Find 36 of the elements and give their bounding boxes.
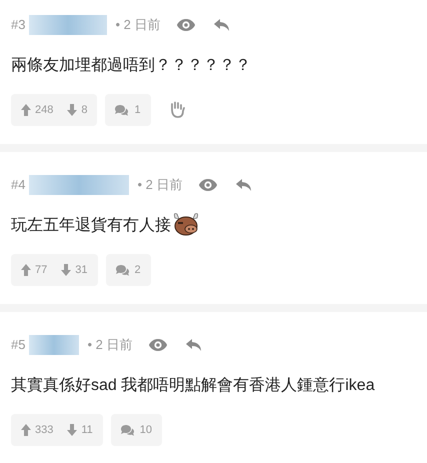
upvote-button[interactable]: 333 xyxy=(21,422,54,438)
reply-icon[interactable] xyxy=(186,338,202,352)
downvote-button[interactable]: 11 xyxy=(67,422,93,438)
post-number: #3 xyxy=(11,16,26,34)
eye-icon[interactable] xyxy=(148,338,168,352)
post-number: #5 xyxy=(11,336,26,354)
down-arrow-icon xyxy=(67,424,78,436)
upvote-button[interactable]: 77 xyxy=(21,262,48,278)
post-time: • 2 日前 xyxy=(87,336,132,354)
hand-icon[interactable] xyxy=(168,101,185,119)
replies-button[interactable]: 10 xyxy=(110,414,162,446)
replies-button[interactable]: 2 xyxy=(106,254,151,286)
post-number: #4 xyxy=(11,176,26,194)
up-arrow-icon xyxy=(21,264,31,276)
eye-icon[interactable] xyxy=(198,178,218,192)
bull-head-icon xyxy=(171,212,201,238)
post-time: • 2 日前 xyxy=(137,176,182,194)
down-arrow-icon xyxy=(61,264,72,276)
reply-icon[interactable] xyxy=(214,18,230,32)
replies-button[interactable]: 1 xyxy=(105,94,151,126)
up-arrow-icon xyxy=(21,104,31,116)
downvote-button[interactable]: 31 xyxy=(61,262,88,278)
chat-icon xyxy=(115,104,128,116)
post-body: 其實真係好sad 我都唔明點解會有香港人鍾意行ikea xyxy=(11,376,375,396)
downvote-button[interactable]: 8 xyxy=(67,102,88,118)
post-body: 玩左五年退貨有冇人接 xyxy=(11,216,171,236)
up-arrow-icon xyxy=(21,424,31,436)
upvote-button[interactable]: 248 xyxy=(21,102,54,118)
down-arrow-icon xyxy=(67,104,78,116)
chat-icon xyxy=(120,424,134,436)
eye-icon[interactable] xyxy=(176,18,196,32)
blurred-username xyxy=(29,335,80,355)
chat-icon xyxy=(116,264,128,276)
post-time: • 2 日前 xyxy=(115,16,160,34)
post-body: 兩條友加埋都過唔到？？？？？？ xyxy=(11,56,251,76)
reply-icon[interactable] xyxy=(236,178,252,192)
